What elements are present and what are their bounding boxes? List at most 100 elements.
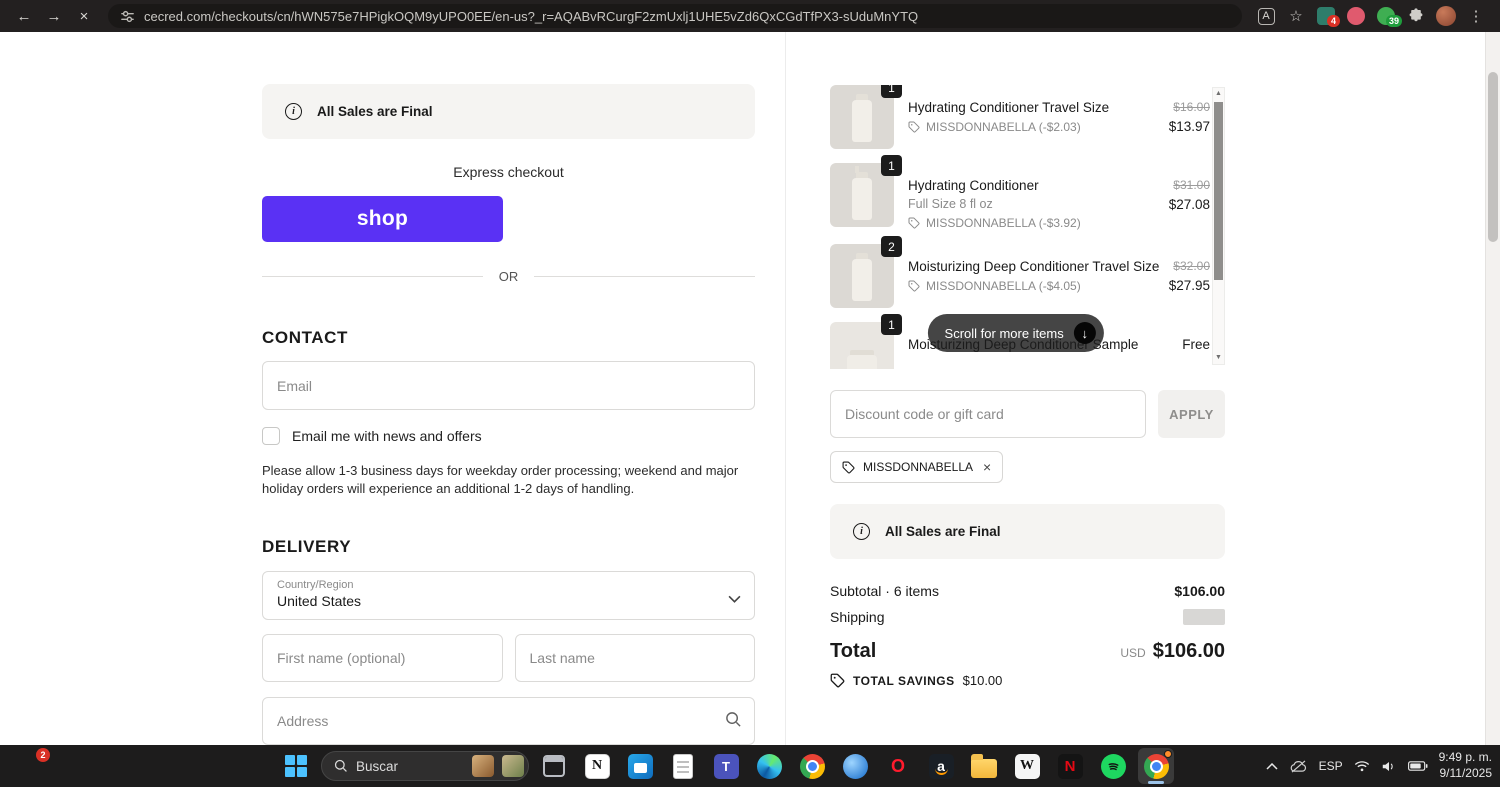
spotify-icon [1100, 753, 1126, 779]
newsletter-label: Email me with news and offers [292, 428, 482, 444]
profile-avatar[interactable] [1432, 3, 1460, 29]
taskbar-item-file-explorer[interactable] [966, 748, 1002, 784]
first-name-input[interactable] [262, 634, 503, 683]
contact-heading: CONTACT [262, 328, 349, 347]
app-window-icon [543, 755, 565, 777]
quantity-badge: 1 [881, 314, 902, 335]
discount-text: MISSDONNABELLA (-$3.92) [926, 216, 1081, 230]
subtotal-label: Subtotal · 6 items [830, 583, 939, 599]
document-icon [673, 753, 693, 779]
currency-code: USD [1120, 646, 1146, 660]
checkout-form: i All Sales are Final Express checkout s… [0, 32, 785, 745]
scrollbar-thumb[interactable] [1214, 102, 1223, 280]
discount-chip-label: MISSDONNABELLA [863, 460, 974, 474]
taskbar-item-spotify[interactable] [1095, 748, 1131, 784]
wifi-icon[interactable] [1354, 760, 1370, 772]
taskbar-item-app-window[interactable] [536, 748, 572, 784]
discount-form: APPLY [830, 390, 1225, 438]
translate-icon[interactable]: A [1252, 3, 1280, 29]
product-variant: Full Size 8 fl oz [908, 197, 993, 211]
divider-line [534, 276, 755, 277]
battery-icon[interactable] [1407, 761, 1428, 771]
sales-final-banner: i All Sales are Final [262, 84, 755, 139]
bookmark-star-icon[interactable]: ☆ [1282, 3, 1310, 29]
address-bar[interactable]: cecred.com/checkouts/cn/hWN575e7HPigkOQM… [108, 4, 1242, 28]
newsletter-checkbox[interactable] [262, 427, 280, 445]
order-item: 2 Moisturizing Deep Conditioner Travel S… [830, 236, 1210, 308]
total-label: Total [830, 640, 877, 662]
product-discount: MISSDONNABELLA (-$2.03) [908, 120, 1154, 134]
search-highlight-image[interactable] [502, 755, 524, 777]
order-list-scrollbar[interactable]: ▲ ▼ [1212, 87, 1225, 365]
product-name: Hydrating Conditioner Travel Size [908, 100, 1110, 115]
taskbar-search[interactable]: Buscar [321, 751, 529, 781]
apply-button[interactable]: APPLY [1158, 390, 1225, 438]
taskbar-clock[interactable]: 9:49 p. m. 9/11/2025 [1439, 750, 1492, 781]
stop-button[interactable]: × [70, 3, 98, 29]
notification-dot [1164, 750, 1172, 758]
forward-icon: → [46, 7, 62, 25]
extensions-puzzle-icon[interactable] [1402, 3, 1430, 29]
tag-icon [908, 217, 920, 229]
page-scrollbar[interactable] [1485, 32, 1500, 745]
scroll-down-icon[interactable]: ▼ [1213, 352, 1224, 364]
product-thumbnail: 1 [830, 85, 902, 149]
taskbar-item-opera[interactable]: O [880, 748, 916, 784]
onedrive-offline-icon[interactable] [1289, 759, 1308, 773]
subtotal-value: $106.00 [1174, 583, 1225, 599]
back-button[interactable]: ← [10, 3, 38, 29]
taskbar-widget[interactable]: 2 [16, 748, 50, 782]
country-select[interactable]: Country/Region United States [262, 571, 755, 621]
info-icon: i [285, 103, 302, 120]
discount-code-input[interactable] [830, 390, 1146, 438]
extension-badge-1: 4 [1327, 15, 1340, 27]
remove-discount-icon[interactable]: × [983, 459, 991, 475]
taskbar-item-amazon[interactable]: a [923, 748, 959, 784]
extension-item-1[interactable]: 4 [1312, 3, 1340, 29]
address-input[interactable] [262, 697, 755, 745]
product-name: Hydrating Conditioner [908, 178, 1039, 193]
taskbar-item-edge[interactable] [751, 748, 787, 784]
taskbar-item-chrome-active[interactable] [1138, 748, 1174, 784]
quantity-badge: 1 [881, 85, 902, 98]
scroll-up-icon[interactable]: ▲ [1215, 90, 1222, 97]
volume-icon[interactable] [1381, 760, 1397, 773]
extension-item-2[interactable] [1342, 3, 1370, 29]
language-indicator[interactable]: ESP [1319, 759, 1343, 773]
discount-chip[interactable]: MISSDONNABELLA × [830, 451, 1004, 483]
scroll-more-button[interactable]: Scroll for more items ↓ [927, 314, 1104, 352]
quantity-badge: 2 [881, 236, 902, 257]
taskbar-item-document[interactable] [665, 748, 701, 784]
taskbar-item-wikipedia[interactable]: W [1009, 748, 1045, 784]
taskbar-item-start[interactable] [278, 748, 314, 784]
taskbar-item-chrome[interactable] [794, 748, 830, 784]
address-field [262, 697, 755, 745]
browser-menu-icon[interactable]: ⋮ [1462, 3, 1490, 29]
discount-text: MISSDONNABELLA (-$4.05) [926, 279, 1081, 293]
amazon-icon: a [928, 753, 954, 779]
tray-chevron-up-icon[interactable] [1266, 762, 1278, 770]
sales-final-text: All Sales are Final [317, 104, 433, 119]
folder-icon [971, 754, 997, 778]
shipping-row: Shipping [830, 609, 1225, 625]
taskbar-item-netflix[interactable]: N [1052, 748, 1088, 784]
taskbar-item-photos[interactable] [837, 748, 873, 784]
product-old-price: $16.00 [1173, 100, 1210, 114]
product-list: 1 Hydrating Conditioner Travel Size MISS… [830, 85, 1225, 369]
teams-icon: T [713, 753, 739, 779]
product-thumbnail: 1 [830, 314, 902, 369]
search-highlight-image[interactable] [472, 755, 494, 777]
scroll-more-label: Scroll for more items [944, 325, 1064, 341]
newsletter-optin[interactable]: Email me with news and offers [262, 427, 755, 445]
page-scrollbar-thumb[interactable] [1488, 72, 1498, 242]
taskbar-item-notion[interactable]: N [579, 748, 615, 784]
taskbar-item-outlook[interactable] [622, 748, 658, 784]
site-settings-icon[interactable] [120, 9, 135, 24]
email-input[interactable] [262, 361, 755, 410]
taskbar-item-teams[interactable]: T [708, 748, 744, 784]
extension-item-3[interactable]: 39 [1372, 3, 1402, 29]
shop-pay-button[interactable]: shop [262, 196, 503, 242]
forward-button[interactable]: → [40, 3, 68, 29]
last-name-input[interactable] [514, 634, 755, 683]
or-divider: OR [262, 269, 755, 284]
